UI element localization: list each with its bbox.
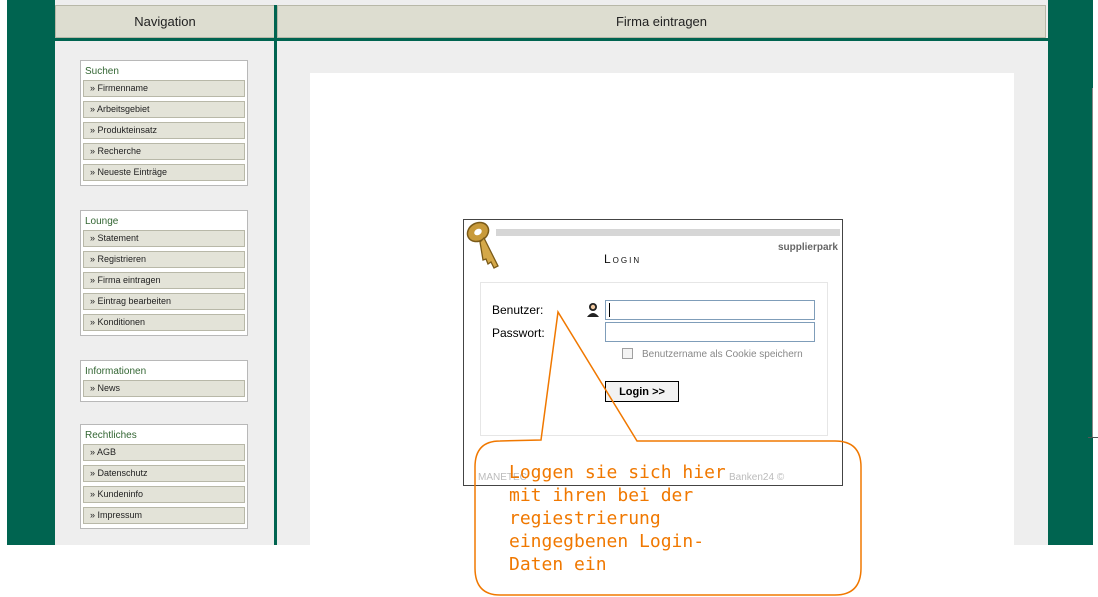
callout-text: Loggen sie sich hier mit ihren bei der r…	[509, 462, 726, 575]
